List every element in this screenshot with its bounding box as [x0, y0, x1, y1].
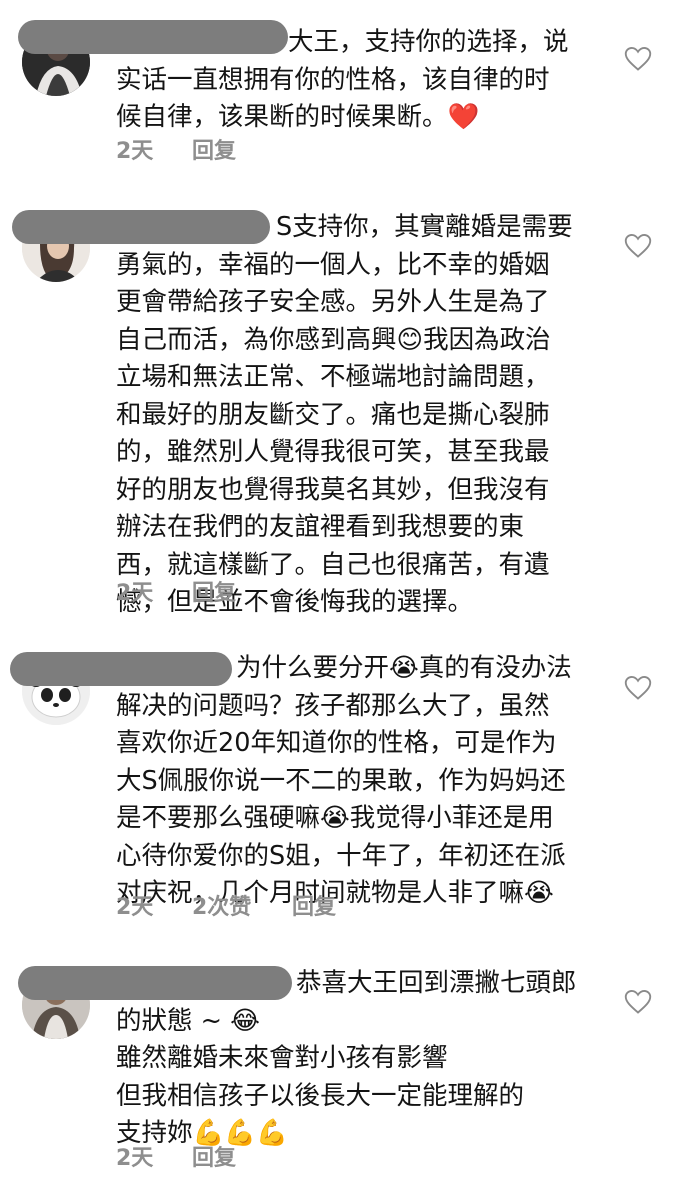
heart-outline-icon[interactable]: [624, 233, 652, 259]
comment-time: 2天: [116, 581, 154, 606]
comment-text: S支持你，其實離婚是需要 勇氣的，幸福的一個人，比不幸的婚姻 更會帶給孩子安全感…: [116, 212, 573, 617]
comment-text: 大王，支持你的选择，说 实话一直想拥有你的性格，该自律的时 候自律，该果断的时候…: [116, 27, 569, 132]
heart-outline-icon[interactable]: [624, 46, 652, 72]
like-count[interactable]: 2次赞: [192, 889, 251, 921]
reply-button[interactable]: 回复: [292, 889, 336, 921]
comment-text: 恭喜大王回到漂撇七頭郎 的狀態 ~ 😂 雖然離婚未來會對小孩有影響 但我相信孩子…: [116, 968, 577, 1148]
heart-outline-icon[interactable]: [624, 989, 652, 1015]
reply-button[interactable]: 回复: [192, 1140, 236, 1172]
reply-button[interactable]: 回复: [192, 133, 236, 165]
comment-time: 2天: [116, 895, 154, 920]
comment-time: 2天: [116, 139, 154, 164]
comment-text: 为什么要分开😭真的有没办法 解决的问题吗？孩子都那么大了，虽然 喜欢你近20年知…: [116, 653, 572, 908]
comment-time: 2天: [116, 1146, 154, 1171]
heart-outline-icon[interactable]: [624, 675, 652, 701]
reply-button[interactable]: 回复: [192, 575, 236, 607]
